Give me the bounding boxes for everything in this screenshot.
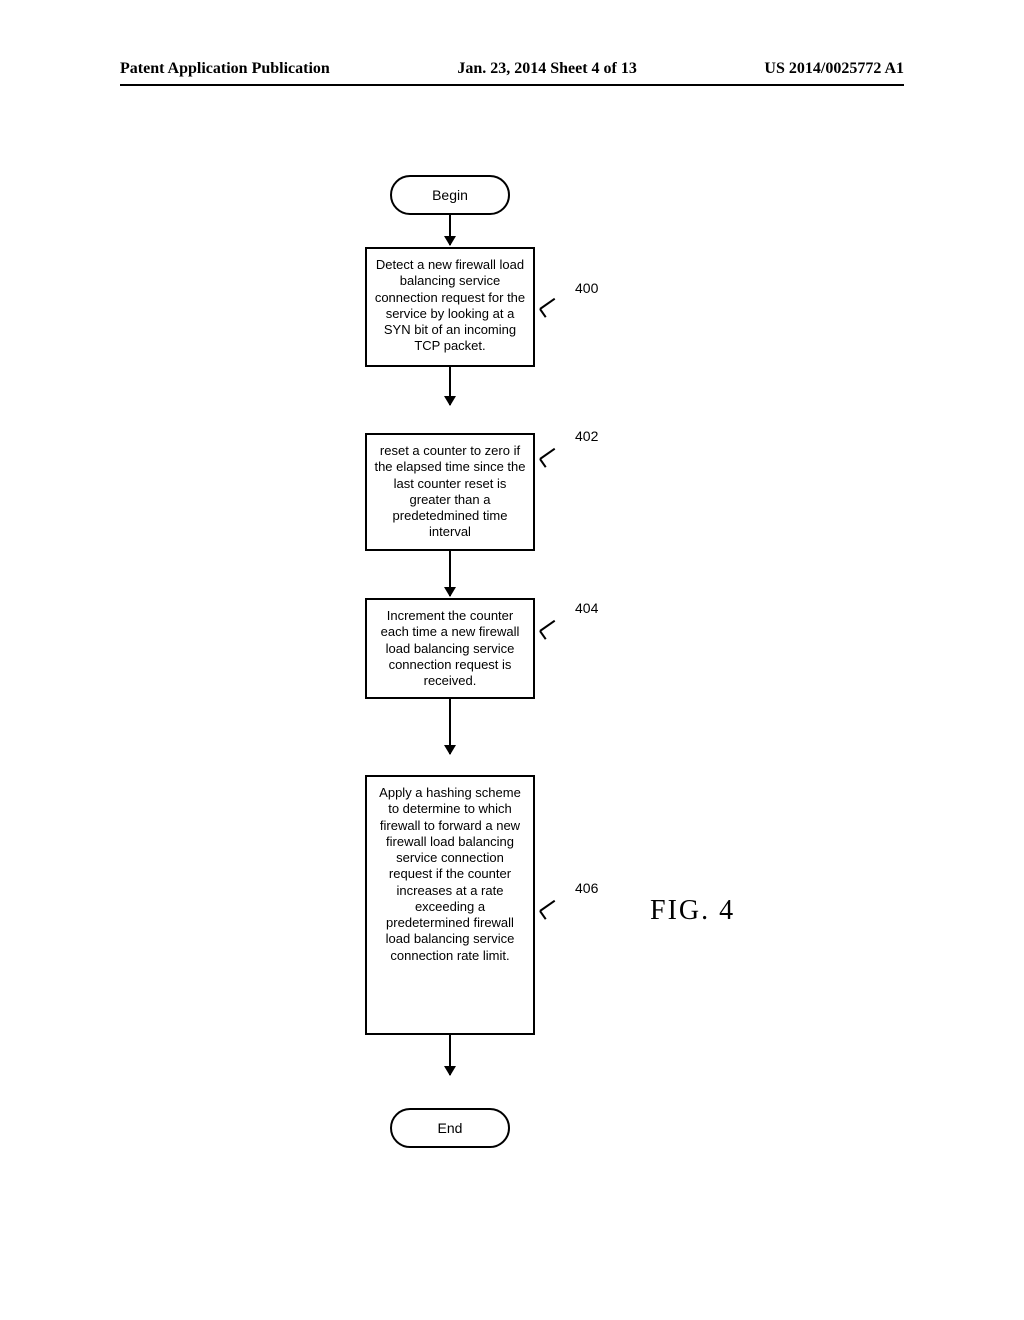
- step-402-box: reset a counter to zero if the elapsed t…: [365, 433, 535, 551]
- header-center: Jan. 23, 2014 Sheet 4 of 13: [457, 60, 637, 78]
- ref-402: 402: [575, 428, 598, 444]
- ref-400-tick: [540, 298, 560, 318]
- step-400-box: Detect a new firewall load balancing ser…: [365, 247, 535, 367]
- step-406-text: Apply a hashing scheme to determine to w…: [379, 785, 521, 963]
- ref-406: 406: [575, 880, 598, 896]
- terminator-end: End: [390, 1108, 510, 1148]
- terminator-end-label: End: [438, 1120, 463, 1136]
- terminator-begin: Begin: [390, 175, 510, 215]
- arrow-begin-to-400: [449, 215, 451, 245]
- step-402-wrap: reset a counter to zero if the elapsed t…: [365, 433, 535, 596]
- ref-400: 400: [575, 280, 598, 296]
- page-header: Patent Application Publication Jan. 23, …: [0, 60, 1024, 78]
- step-406-box: Apply a hashing scheme to determine to w…: [365, 775, 535, 1035]
- header-left: Patent Application Publication: [120, 60, 330, 78]
- flow-begin-wrap: Begin: [365, 175, 535, 245]
- arrow-404-to-406: [449, 699, 451, 754]
- step-404-box: Increment the counter each time a new fi…: [365, 598, 535, 699]
- step-400-text: Detect a new firewall load balancing ser…: [375, 257, 525, 353]
- page: Patent Application Publication Jan. 23, …: [0, 0, 1024, 1320]
- header-rule: [120, 84, 904, 86]
- step-406-wrap: Apply a hashing scheme to determine to w…: [365, 775, 535, 1075]
- ref-404: 404: [575, 600, 598, 616]
- step-402-text: reset a counter to zero if the elapsed t…: [374, 443, 525, 539]
- header-right: US 2014/0025772 A1: [764, 60, 904, 78]
- arrow-402-to-404: [449, 551, 451, 596]
- step-404-text: Increment the counter each time a new fi…: [381, 608, 520, 688]
- figure-label: FIG. 4: [650, 895, 735, 927]
- arrow-406-to-end: [449, 1035, 451, 1075]
- flow-end-wrap: End: [365, 1108, 535, 1148]
- terminator-begin-label: Begin: [432, 187, 468, 203]
- ref-406-tick: [540, 900, 560, 920]
- step-400-wrap: Detect a new firewall load balancing ser…: [365, 247, 535, 405]
- arrow-400-to-402: [449, 367, 451, 405]
- ref-404-tick: [540, 620, 560, 640]
- ref-402-tick: [540, 448, 560, 468]
- step-404-wrap: Increment the counter each time a new fi…: [365, 598, 535, 754]
